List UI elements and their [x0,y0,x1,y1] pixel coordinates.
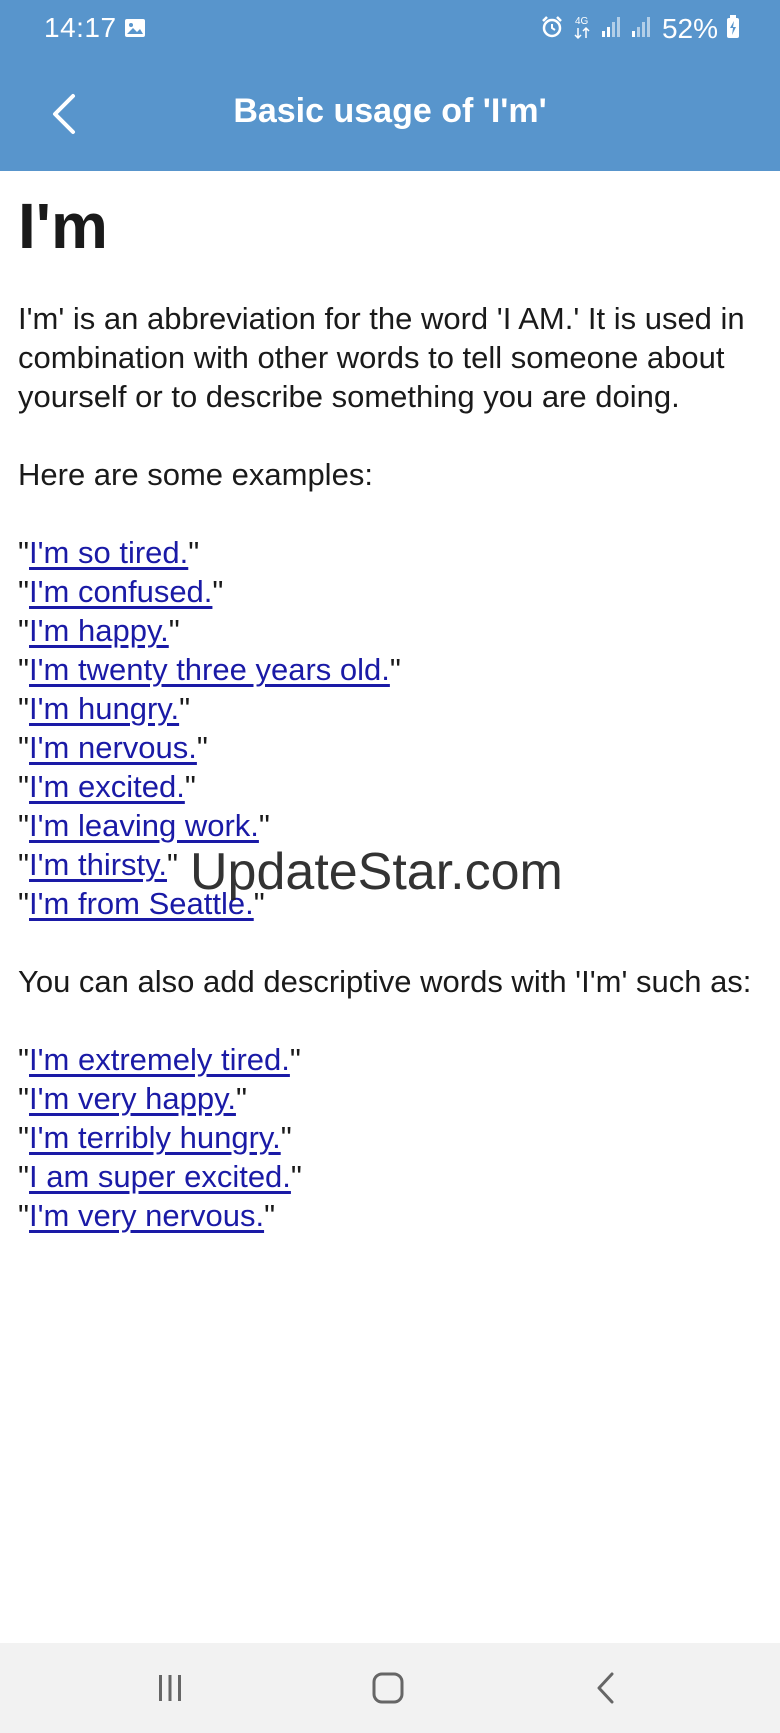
list-item: "I am super excited." [18,1159,302,1195]
list-item: "I'm very happy." [18,1081,247,1117]
battery-percent: 52% [661,13,718,44]
status-icons: 4G 52% [532,12,740,46]
list-item: "I'm confused." [18,574,224,610]
page-title: I'm [18,190,108,262]
example-link[interactable]: I'm hungry. [29,691,179,726]
status-time: 14:17 [44,12,117,43]
examples-list: "I'm so tired." "I'm confused." "I'm hap… [18,533,762,923]
example-link[interactable]: I'm thirsty. [29,847,167,882]
alarm-icon [540,15,564,44]
home-button[interactable] [358,1663,418,1713]
chevron-left-icon [53,94,75,134]
example-link[interactable]: I'm nervous. [29,730,197,765]
recent-apps-button[interactable] [140,1663,200,1713]
signal-icon [630,16,652,43]
list-item: "I'm happy." [18,613,180,649]
list-item: "I'm leaving work." [18,808,270,844]
list-item: "I'm thirsty." [18,847,178,883]
app-bar: Basic usage of 'I'm' [0,58,780,171]
example-link[interactable]: I'm very nervous. [29,1198,264,1233]
example-link[interactable]: I'm happy. [29,613,169,648]
page-header-title: Basic usage of 'I'm' [233,92,547,130]
example-link[interactable]: I am super excited. [29,1159,291,1194]
nav-back-button[interactable] [576,1663,636,1713]
example-link[interactable]: I'm extremely tired. [29,1042,290,1077]
list-item: "I'm twenty three years old." [18,652,401,688]
battery-icon [726,14,740,44]
home-icon [372,1672,404,1704]
signal-icon [600,16,622,43]
back-icon [597,1672,614,1704]
example-link[interactable]: I'm so tired. [29,535,188,570]
recent-apps-icon [159,1675,181,1701]
example-link[interactable]: I'm excited. [29,769,185,804]
lesson-content: I'm I'm' is an abbreviation for the word… [18,171,762,1274]
network-4g-icon: 4G [572,14,592,45]
example-link[interactable]: I'm twenty three years old. [29,652,390,687]
descriptive-examples-list: "I'm extremely tired." "I'm very happy."… [18,1040,762,1235]
example-link[interactable]: I'm confused. [29,574,212,609]
list-item: "I'm nervous." [18,730,208,766]
status-bar: 14:17 4G 52% [0,0,780,58]
examples-intro: Here are some examples: [18,457,373,493]
descriptive-intro: You can also add descriptive words with … [18,964,752,1000]
gallery-icon [124,18,146,38]
example-link[interactable]: I'm terribly hungry. [29,1120,281,1155]
system-nav-bar [0,1643,780,1733]
intro-paragraph: I'm' is an abbreviation for the word 'I … [18,301,745,415]
list-item: "I'm hungry." [18,691,191,727]
list-item: "I'm extremely tired." [18,1042,301,1078]
example-link[interactable]: I'm very happy. [29,1081,236,1116]
list-item: "I'm terribly hungry." [18,1120,292,1156]
example-link[interactable]: I'm leaving work. [29,808,259,843]
list-item: "I'm very nervous." [18,1198,276,1234]
list-item: "I'm excited." [18,769,196,805]
list-item: "I'm from Seattle." [18,886,265,922]
list-item: "I'm so tired." [18,535,200,571]
example-link[interactable]: I'm from Seattle. [29,886,254,921]
svg-text:4G: 4G [575,16,589,27]
back-button[interactable] [36,86,92,142]
